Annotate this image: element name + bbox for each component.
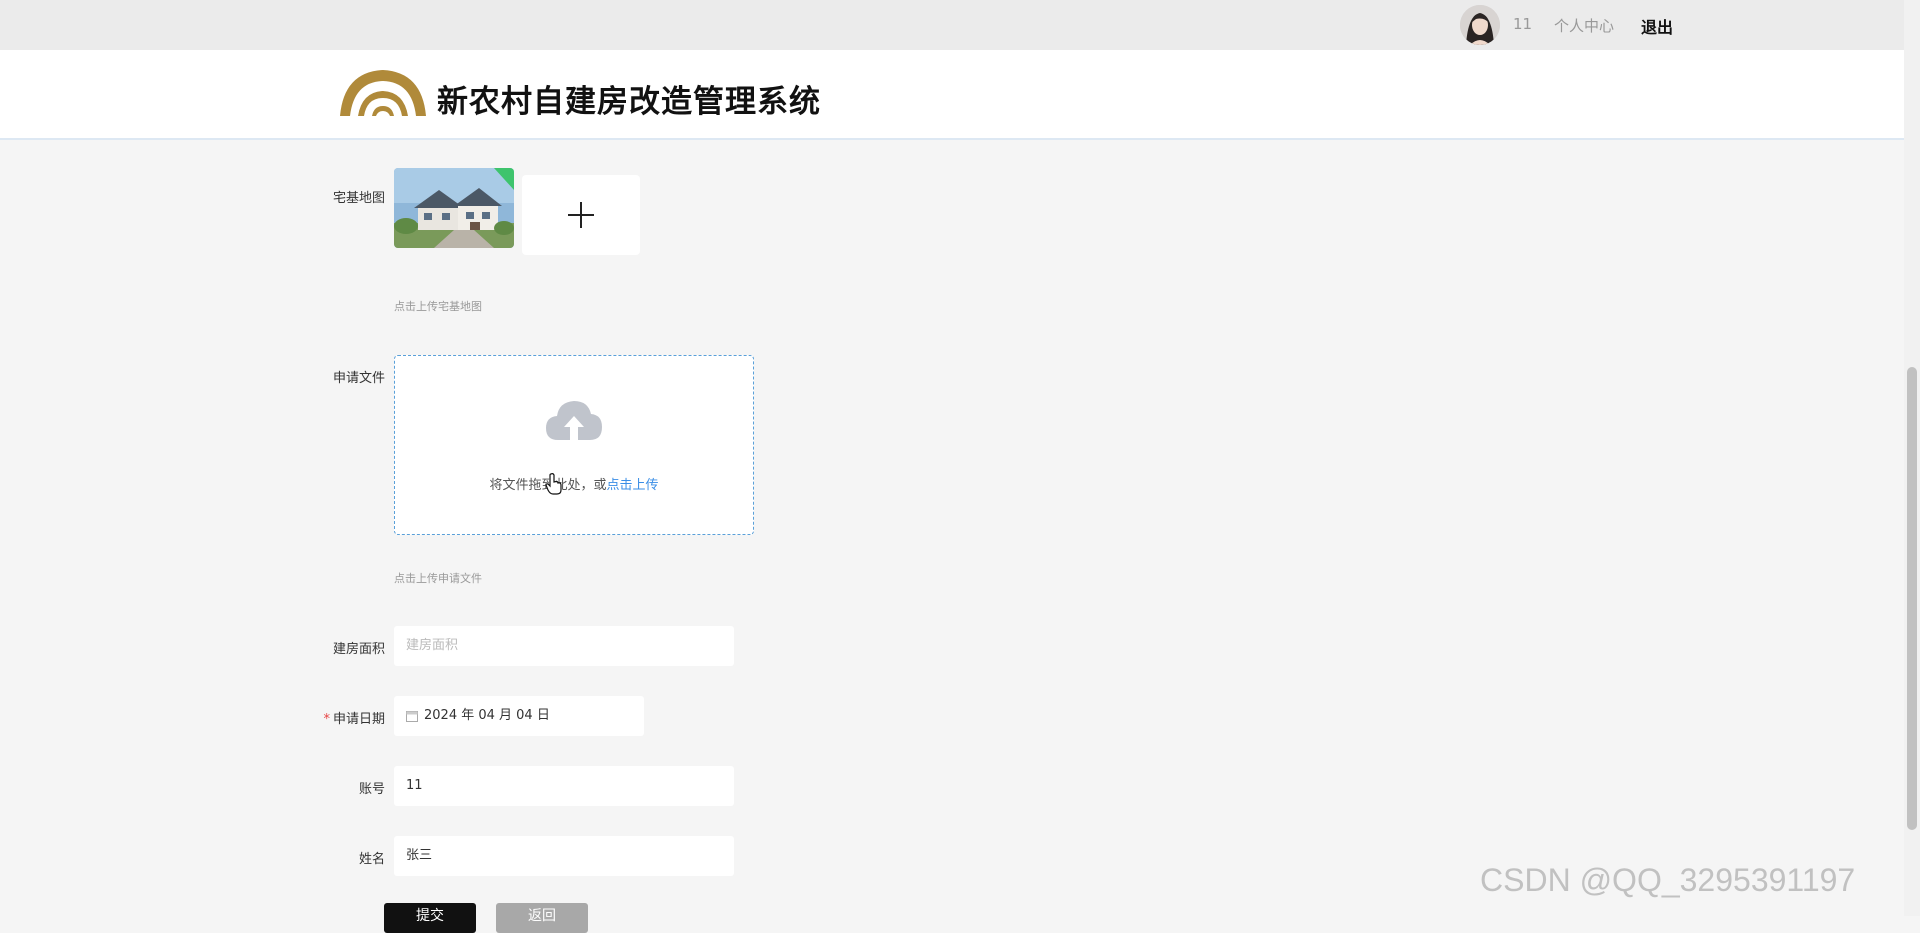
dropzone-instruction: 将文件拖到此处，或点击上传 xyxy=(395,474,753,493)
cloud-upload-icon xyxy=(546,401,602,440)
watermark: CSDN @QQ_3295391197 xyxy=(1480,862,1856,898)
house-image-icon xyxy=(394,168,514,248)
back-button[interactable]: 返回 xyxy=(496,903,588,933)
date-label: * 申请日期 xyxy=(265,708,385,727)
profile-link[interactable]: 个人中心 xyxy=(1554,15,1614,36)
area-input[interactable] xyxy=(394,626,734,666)
site-header: 新农村自建房改造管理系统 xyxy=(0,50,1904,140)
logo-arch-icon xyxy=(340,70,426,116)
dropzone-upload-link[interactable]: 点击上传 xyxy=(607,478,659,493)
site-title: 新农村自建房改造管理系统 xyxy=(437,84,821,120)
required-mark: * xyxy=(323,712,330,727)
site-logo[interactable] xyxy=(338,66,428,122)
account-label: 账号 xyxy=(358,782,385,797)
name-label: 姓名 xyxy=(358,852,385,867)
area-label: 建房面积 xyxy=(332,642,385,657)
account-input[interactable]: 11 xyxy=(394,766,734,806)
date-label-text: 申请日期 xyxy=(332,712,385,727)
file-dropzone[interactable]: 将文件拖到此处，或点击上传 xyxy=(394,355,754,535)
plus-icon xyxy=(568,202,594,228)
top-username: 11 xyxy=(1513,15,1533,33)
date-picker[interactable]: 2024 年 04 月 04 日 xyxy=(394,696,644,736)
scrollbar-thumb[interactable] xyxy=(1907,367,1917,830)
apply-file-hint: 点击上传申请文件 xyxy=(394,572,482,585)
submit-button[interactable]: 提交 xyxy=(384,903,476,933)
homestead-hint: 点击上传宅基地图 xyxy=(394,300,482,313)
hand-cursor-icon xyxy=(545,473,562,495)
homestead-thumbnail[interactable] xyxy=(394,168,514,248)
add-image-button[interactable] xyxy=(522,175,640,255)
apply-file-label: 申请文件 xyxy=(332,371,385,386)
name-input[interactable]: 张三 xyxy=(394,836,734,876)
date-value: 2024 年 04 月 04 日 xyxy=(424,708,550,723)
logout-link[interactable]: 退出 xyxy=(1641,14,1673,38)
top-bar: 11 个人中心 退出 xyxy=(0,0,1904,50)
homestead-label: 宅基地图 xyxy=(332,191,385,206)
avatar-portrait-icon xyxy=(1460,5,1500,45)
calendar-icon xyxy=(406,711,418,722)
user-avatar[interactable] xyxy=(1460,5,1500,45)
